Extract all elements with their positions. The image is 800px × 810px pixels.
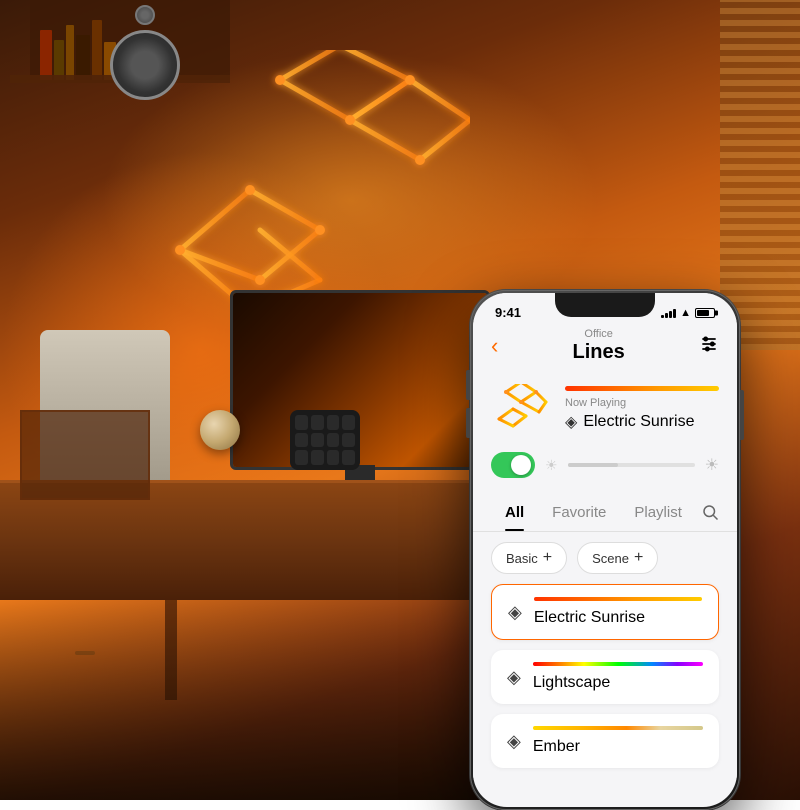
phone-screen: 9:41 ▲: [473, 293, 737, 807]
phone-volume-down: [466, 408, 470, 438]
now-playing-name: Electric Sunrise: [583, 413, 694, 431]
scene-icon-1: ◈: [508, 602, 522, 623]
scene-preview: Now Playing ◈ Electric Sunrise: [473, 372, 737, 446]
scene-icon-3: ◈: [507, 731, 521, 752]
now-playing-label: Now Playing: [565, 397, 719, 409]
scene-item-content-1: Electric Sunrise: [534, 597, 702, 627]
brightness-slider[interactable]: [568, 463, 695, 467]
phone-notch: [555, 293, 655, 317]
tab-playlist[interactable]: Playlist: [620, 498, 696, 531]
power-toggle[interactable]: [491, 452, 535, 478]
status-icons: ▲: [661, 307, 715, 319]
battery-fill: [697, 310, 709, 316]
scene-item-electric-sunrise[interactable]: ◈ Electric Sunrise: [491, 584, 719, 640]
scene-bar-1: [534, 597, 702, 601]
filter-basic-plus: +: [543, 549, 552, 567]
nav-subtitle: Office: [573, 328, 625, 340]
scene-name-2: Lightscape: [533, 674, 610, 691]
toggle-knob: [511, 455, 531, 475]
scene-name-3: Ember: [533, 738, 580, 755]
filter-row: Basic + Scene +: [473, 532, 737, 584]
battery-tip: [715, 310, 718, 315]
phone-volume-up: [466, 370, 470, 400]
scene-item-lightscape[interactable]: ◈ Lightscape: [491, 650, 719, 704]
phone-power-button: [740, 390, 744, 440]
search-button[interactable]: [701, 503, 719, 526]
scene-color-bar: [565, 386, 719, 391]
tab-all[interactable]: All: [491, 498, 538, 531]
tabs-bar: All Favorite Playlist: [473, 490, 737, 532]
brightness-low-icon: ☀: [545, 457, 558, 474]
scene-list: ◈ Electric Sunrise ◈ Lightscape: [473, 584, 737, 778]
back-button[interactable]: ‹: [491, 335, 498, 357]
scene-name-row: ◈ Electric Sunrise: [565, 412, 719, 432]
phone-content: ‹ Office Lines: [473, 324, 737, 778]
scene-thumbnail: [491, 384, 551, 434]
signal-bar-4: [673, 309, 676, 318]
nav-header: ‹ Office Lines: [473, 324, 737, 372]
brightness-high-icon: ☀: [705, 455, 719, 475]
filter-basic-label: Basic: [506, 551, 538, 566]
filter-chip-scene[interactable]: Scene +: [577, 542, 658, 574]
drop-icon: ◈: [565, 412, 577, 432]
scene-item-ember[interactable]: ◈ Ember: [491, 714, 719, 768]
signal-bars: [661, 308, 676, 318]
phone-mockup: 9:41 ▲: [470, 290, 740, 810]
nav-title: Lines: [573, 341, 625, 364]
status-time: 9:41: [495, 305, 521, 320]
wifi-icon: ▲: [680, 307, 691, 319]
settings-icon[interactable]: [699, 334, 719, 359]
signal-bar-2: [665, 313, 668, 318]
brightness-fill: [568, 463, 619, 467]
tab-favorite[interactable]: Favorite: [538, 498, 620, 531]
controls-row: ☀ ☀: [473, 446, 737, 490]
nav-title-area: Office Lines: [573, 328, 625, 364]
signal-bar-3: [669, 311, 672, 318]
scene-item-content-3: Ember: [533, 726, 703, 756]
scene-name-1: Electric Sunrise: [534, 609, 645, 626]
scene-bar-3: [533, 726, 703, 730]
phone-outer: 9:41 ▲: [470, 290, 740, 810]
scene-item-content-2: Lightscape: [533, 662, 703, 692]
filter-scene-plus: +: [634, 549, 643, 567]
battery-icon: [695, 308, 715, 318]
scene-info: Now Playing ◈ Electric Sunrise: [565, 386, 719, 432]
signal-bar-1: [661, 315, 664, 318]
filter-scene-label: Scene: [592, 551, 629, 566]
filter-chip-basic[interactable]: Basic +: [491, 542, 567, 574]
scene-icon-2: ◈: [507, 667, 521, 688]
scene-bar-2: [533, 662, 703, 666]
